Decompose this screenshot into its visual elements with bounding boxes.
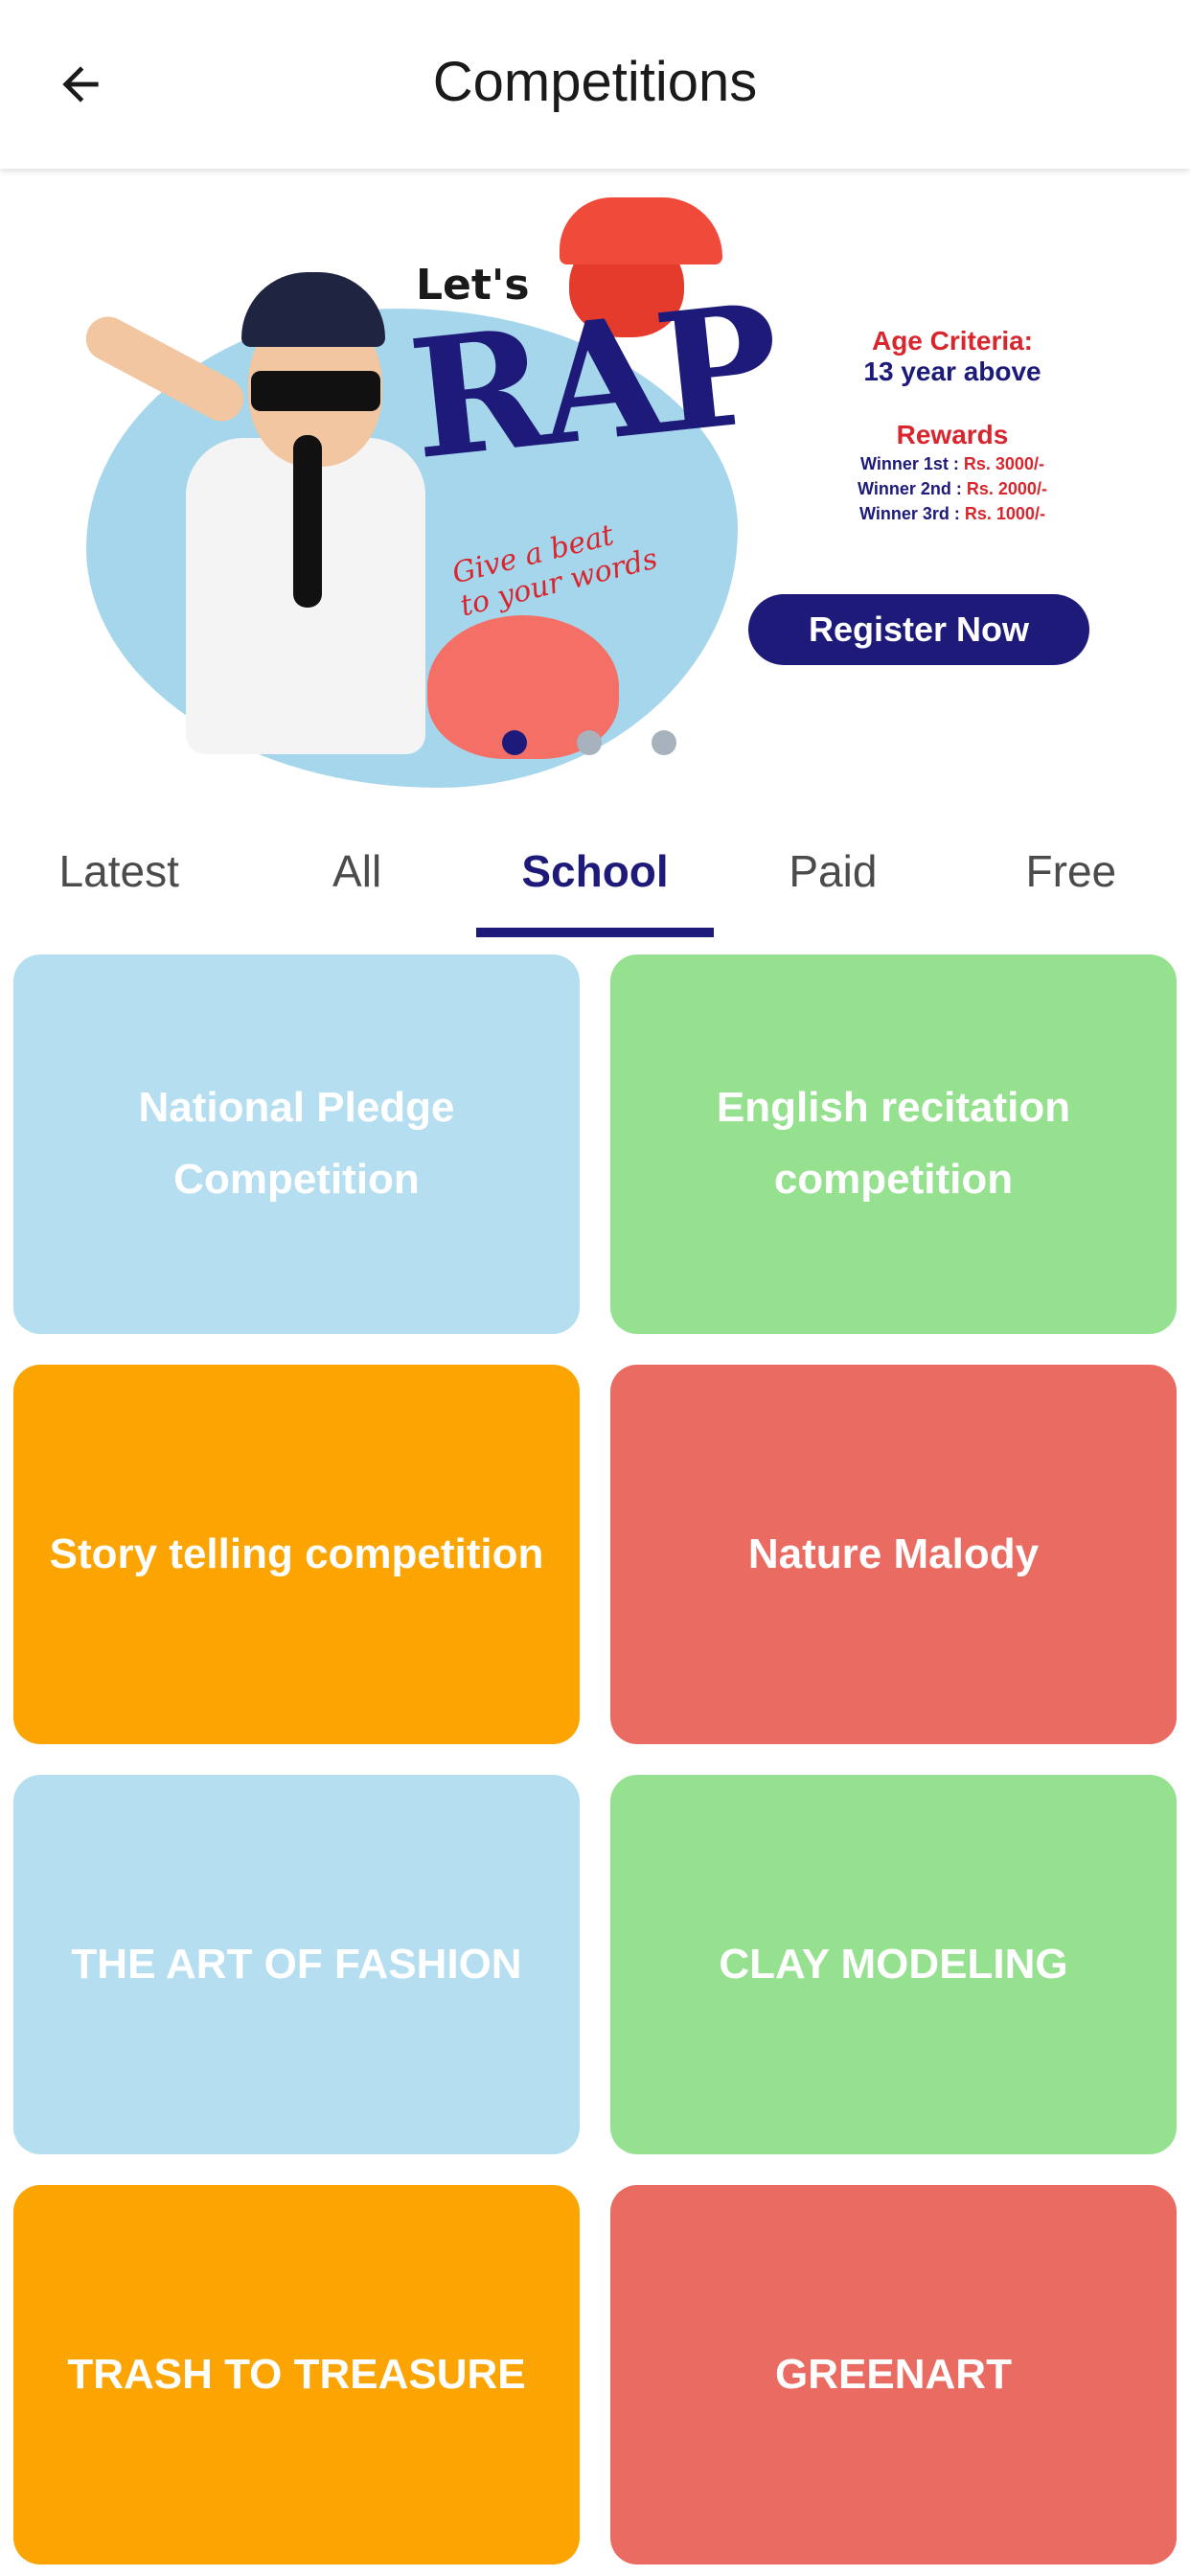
register-now-button[interactable]: Register Now	[748, 594, 1089, 665]
active-tab-indicator	[476, 928, 714, 937]
reward-amount: Rs. 3000/-	[963, 454, 1044, 473]
kid-glasses-illustration	[251, 371, 380, 411]
reward-line: Winner 3rd : Rs. 1000/-	[790, 504, 1115, 524]
reward-amount: Rs. 1000/-	[964, 504, 1045, 523]
red-cap-illustration	[560, 197, 722, 264]
app-bar: Competitions	[0, 0, 1190, 169]
microphone-icon	[293, 435, 322, 608]
page-title: Competitions	[432, 51, 758, 113]
tab-paid[interactable]: Paid	[714, 816, 951, 941]
tab-latest[interactable]: Latest	[0, 816, 238, 941]
reward-label: Winner 1st :	[860, 454, 964, 473]
filter-tabs: Latest All School Paid Free	[0, 816, 1190, 941]
competition-card[interactable]: English recitation competition	[610, 954, 1177, 1334]
competition-card[interactable]: THE ART OF FASHION	[13, 1775, 580, 2154]
reward-label: Winner 3rd :	[859, 504, 965, 523]
tab-free[interactable]: Free	[952, 816, 1190, 941]
competition-card[interactable]: Story telling competition	[13, 1365, 580, 1744]
reward-label: Winner 2nd :	[858, 479, 967, 498]
age-criteria-title: Age Criteria:	[871, 326, 1034, 356]
carousel-dot[interactable]	[652, 730, 676, 755]
reward-amount: Rs. 2000/-	[966, 479, 1047, 498]
carousel-dot[interactable]	[577, 730, 602, 755]
competition-card[interactable]: GREENART	[610, 2185, 1177, 2564]
competition-grid: National Pledge Competition English reci…	[13, 954, 1177, 2564]
promo-banner[interactable]: Let's RAP Give a beat to your words Age …	[33, 194, 1157, 795]
carousel-dot[interactable]	[502, 730, 527, 755]
competition-card[interactable]: National Pledge Competition	[13, 954, 580, 1334]
competition-card[interactable]: Nature Malody	[610, 1365, 1177, 1744]
carousel-dots	[502, 730, 676, 755]
kid-cap-illustration	[241, 272, 385, 347]
competition-card[interactable]: CLAY MODELING	[610, 1775, 1177, 2154]
age-criteria-value: 13 year above	[863, 356, 1041, 386]
tab-school[interactable]: School	[476, 816, 714, 941]
competition-card[interactable]: TRASH TO TREASURE	[13, 2185, 580, 2564]
rewards-title: Rewards	[896, 420, 1009, 449]
banner-rap-text: RAP	[401, 267, 782, 497]
tab-all[interactable]: All	[238, 816, 475, 941]
reward-line: Winner 2nd : Rs. 2000/-	[790, 479, 1115, 499]
reward-line: Winner 1st : Rs. 3000/-	[790, 454, 1115, 474]
